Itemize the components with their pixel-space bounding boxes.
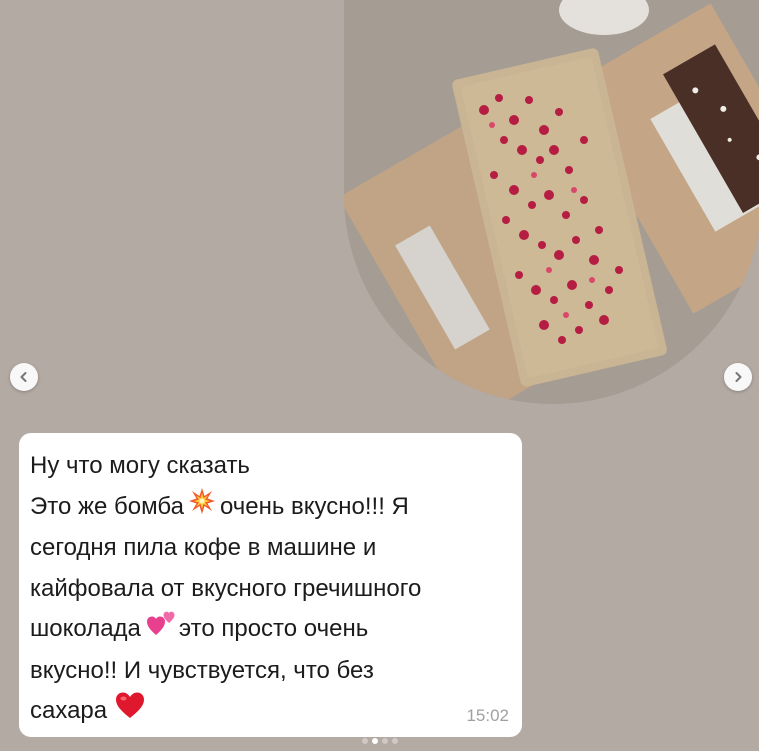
pagination-dot[interactable] bbox=[391, 738, 398, 744]
message-line: сегодня пила кофе в машине и bbox=[30, 534, 377, 561]
pagination-dot[interactable] bbox=[361, 738, 368, 744]
message-text: это просто очень bbox=[178, 615, 369, 643]
carousel-next-button[interactable] bbox=[724, 363, 752, 391]
chevron-right-icon bbox=[735, 372, 742, 382]
message-text: Это же бомба bbox=[30, 492, 184, 520]
carousel-prev-button[interactable] bbox=[10, 363, 38, 391]
message-text: очень вкусно!!! Я bbox=[219, 492, 409, 520]
carousel-pagination bbox=[0, 738, 759, 744]
pagination-dot[interactable] bbox=[381, 738, 388, 744]
chevron-left-icon bbox=[20, 372, 27, 382]
message-bubble: Ну что могу сказать Это же бомба очень в… bbox=[19, 433, 522, 737]
collision-icon bbox=[188, 487, 216, 529]
message-line: кайфовала от вкусного гречишного bbox=[30, 574, 422, 602]
pagination-dot-active[interactable] bbox=[371, 738, 378, 744]
two-hearts-icon bbox=[146, 609, 177, 651]
message-timestamp: 15:02 bbox=[466, 706, 509, 725]
message-line: Ну что могу сказать bbox=[30, 452, 250, 479]
message-line: вкусно!! И чувствуется, что без bbox=[30, 656, 374, 684]
message-line: сахара bbox=[30, 691, 508, 733]
product-photo bbox=[344, 0, 759, 404]
message-text: сахара bbox=[30, 697, 108, 725]
red-heart-icon bbox=[115, 691, 145, 733]
message-text: шоколада bbox=[30, 615, 141, 643]
message-line: шоколада это просто очень bbox=[30, 609, 508, 651]
message-line: Это же бомба очень вкусно!!! Я bbox=[30, 487, 508, 529]
